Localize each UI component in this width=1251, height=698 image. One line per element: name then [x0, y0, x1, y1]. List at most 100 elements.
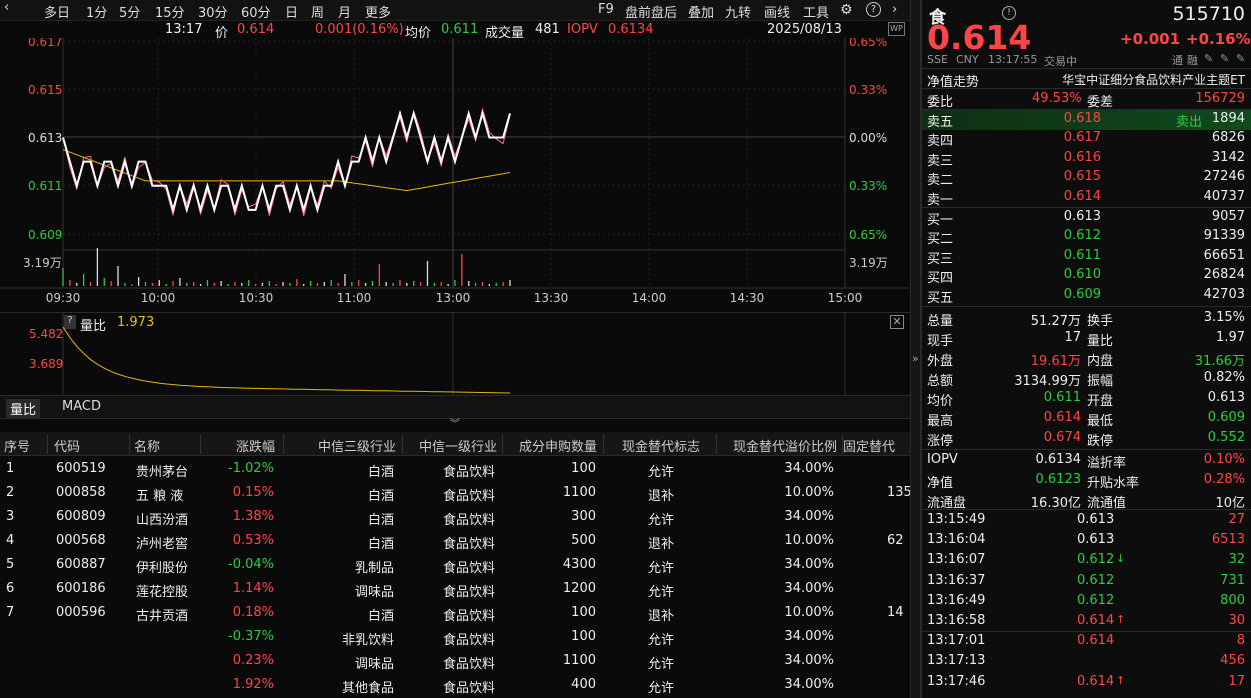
volume-ratio-panel: ? 量比 1.973 5.482 3.689 ✕: [0, 312, 910, 396]
change-pct: -0.04%: [228, 557, 274, 572]
stat-value: 3134.99万: [1014, 374, 1081, 389]
expand-icon[interactable]: ︾: [0, 419, 910, 431]
column-header[interactable]: 序号: [4, 436, 30, 455]
bid-level[interactable]: 买一 0.613 9057: [922, 208, 1251, 228]
column-header[interactable]: 中信一级行业: [419, 436, 497, 455]
tools-button[interactable]: 工具: [803, 2, 829, 21]
ask-level[interactable]: 卖三 0.616 3142: [922, 149, 1251, 169]
bid-volume: 91339: [1203, 228, 1245, 244]
column-header[interactable]: 固定替代: [843, 436, 895, 455]
column-header[interactable]: 代码: [54, 436, 80, 455]
arrow-up-icon: ↑: [1116, 673, 1126, 687]
ask-level[interactable]: 卖一 0.614 40737: [922, 188, 1251, 208]
x-tick: 13:00: [436, 291, 471, 305]
collapse-arrow-icon[interactable]: ‹: [4, 0, 9, 15]
bid-level[interactable]: 买二 0.612 91339: [922, 227, 1251, 247]
period-5min[interactable]: 5分: [119, 2, 140, 21]
info-iopv: 0.6134: [608, 22, 654, 37]
rong-badge[interactable]: 融: [1187, 52, 1198, 68]
bid-level[interactable]: 买三 0.611 66651: [922, 247, 1251, 267]
table-row[interactable]: 5 600887 伊利股份 -0.04% 乳制品 食品饮料 4300 允许 34.00%: [0, 554, 910, 578]
period-multi-day[interactable]: 多日: [44, 2, 70, 21]
period-15min[interactable]: 15分: [155, 2, 185, 21]
industry-level3: 白酒: [367, 489, 394, 504]
ask-label: 卖一: [927, 192, 954, 208]
column-header[interactable]: 成分申购数量: [519, 436, 597, 455]
ask-volume: 6826: [1211, 130, 1245, 146]
bid-level[interactable]: 买四 0.610 26824: [922, 266, 1251, 286]
period-30min[interactable]: 30分: [198, 2, 228, 21]
tick-price: 0.614: [1077, 673, 1115, 689]
ask-volume: 40737: [1203, 188, 1245, 204]
stat-label: 总量: [927, 314, 954, 329]
cash-sub-flag: 允许: [647, 657, 674, 672]
pane-divider[interactable]: »: [910, 0, 921, 698]
f9-button[interactable]: F9: [598, 2, 614, 17]
help-icon[interactable]: ?: [866, 2, 881, 17]
row-index: 6: [6, 581, 15, 596]
overlay-button[interactable]: 叠加: [688, 2, 714, 21]
table-row[interactable]: 4 000568 泸州老窖 0.53% 白酒 食品饮料 500 退补 10.00% 62: [0, 530, 910, 554]
column-header[interactable]: 涨跌幅: [236, 436, 275, 455]
table-row[interactable]: 1.92% 其他食品 食品饮料 400 允许 34.00%: [0, 674, 910, 698]
stat-row: 总量 51.27万 换手 3.15%: [922, 309, 1251, 329]
note-icon[interactable]: ✎: [1236, 52, 1245, 65]
intraday-chart[interactable]: 0.617 0.615 0.613 0.611 0.609 0.65% 0.33% 0.00%…: [0, 38, 910, 310]
stock-code: 000858: [56, 485, 106, 500]
column-header[interactable]: 现金替代标志: [622, 436, 700, 455]
table-row[interactable]: -0.37% 非乳饮料 食品饮料 100 允许 34.00%: [0, 626, 910, 650]
ask-level[interactable]: 卖四 0.617 6826: [922, 129, 1251, 149]
change-pct: -0.37%: [228, 629, 274, 644]
tick-row: 13:16:58 0.614 ↑ 30: [922, 612, 1251, 632]
chevron-right-icon[interactable]: ›: [892, 2, 897, 17]
table-row[interactable]: 6 600186 莲花控股 1.14% 调味品 食品饮料 1200 允许 34.00%: [0, 578, 910, 602]
subscription-qty: 100: [571, 629, 596, 644]
column-header[interactable]: 名称: [134, 436, 160, 455]
period-month[interactable]: 月: [338, 2, 351, 21]
tick-time: 13:16:04: [927, 532, 986, 548]
column-header[interactable]: 现金替代溢价比例: [733, 436, 837, 455]
table-row[interactable]: 7 000596 古井贡酒 0.18% 白酒 食品饮料 100 退补 10.00% 14: [0, 602, 910, 626]
tick-time: 13:16:58: [927, 613, 986, 628]
x-tick: 10:30: [239, 291, 274, 305]
ask-level[interactable]: 卖五 0.618 卖出 1894: [922, 110, 1251, 130]
gear-icon[interactable]: ⚙: [840, 2, 853, 18]
period-week[interactable]: 周: [311, 2, 324, 21]
tong-badge[interactable]: 通: [1172, 52, 1183, 68]
stat-value: 31.66万: [1194, 354, 1245, 369]
table-row[interactable]: 3 600809 山西汾酒 1.38% 白酒 食品饮料 300 允许 34.00%: [0, 506, 910, 530]
draw-line-button[interactable]: 画线: [764, 2, 790, 21]
pin-icon[interactable]: ✎: [1220, 52, 1229, 65]
tick-price: 0.613: [1077, 532, 1115, 548]
nine-turn-button[interactable]: 九转: [725, 2, 751, 21]
table-row[interactable]: 2 000858 五 粮 液 0.15% 白酒 食品饮料 1100 退补 10.00% 135: [0, 482, 910, 506]
y-left-tick: 0.617: [28, 38, 62, 49]
tab-macd[interactable]: MACD: [58, 399, 105, 414]
tick-price: 0.614: [1077, 633, 1115, 649]
bid-label: 买二: [927, 232, 954, 248]
tick-volume: 800: [1220, 592, 1245, 608]
stock-name: 山西汾酒: [136, 513, 189, 528]
period-day[interactable]: 日: [285, 2, 298, 21]
y-left-tick: 0.611: [28, 179, 62, 193]
table-row[interactable]: 1 600519 贵州茅台 -1.02% 白酒 食品饮料 100 允许 34.00%: [0, 458, 910, 482]
ask-price: 0.615: [1063, 169, 1101, 185]
period-1min[interactable]: 1分: [86, 2, 107, 21]
stat-row: 净值 0.6123 升贴水率 0.28%: [922, 471, 1251, 491]
bid-level[interactable]: 买五 0.609 42703: [922, 286, 1251, 306]
tick-row: 13:16:49 0.612 800: [922, 592, 1251, 612]
edit-icon[interactable]: ✎: [1204, 52, 1213, 65]
pre-post-market-button[interactable]: 盘前盘后: [625, 2, 677, 21]
period-60min[interactable]: 60分: [241, 2, 271, 21]
bid-volume: 42703: [1203, 286, 1245, 302]
fixed-sub-amount: 135: [887, 485, 910, 500]
period-more[interactable]: 更多: [365, 2, 391, 21]
fund-code: 515710: [1172, 3, 1245, 25]
table-row[interactable]: 0.23% 调味品 食品饮料 1100 允许 34.00%: [0, 650, 910, 674]
chevron-right-icon[interactable]: »: [912, 352, 919, 365]
ask-level[interactable]: 卖二 0.615 27246: [922, 168, 1251, 188]
fullscreen-icon[interactable]: WP: [888, 22, 905, 36]
tab-volume-ratio[interactable]: 量比: [6, 399, 41, 418]
exchange: SSE: [927, 53, 948, 66]
column-header[interactable]: 中信三级行业: [318, 436, 396, 455]
